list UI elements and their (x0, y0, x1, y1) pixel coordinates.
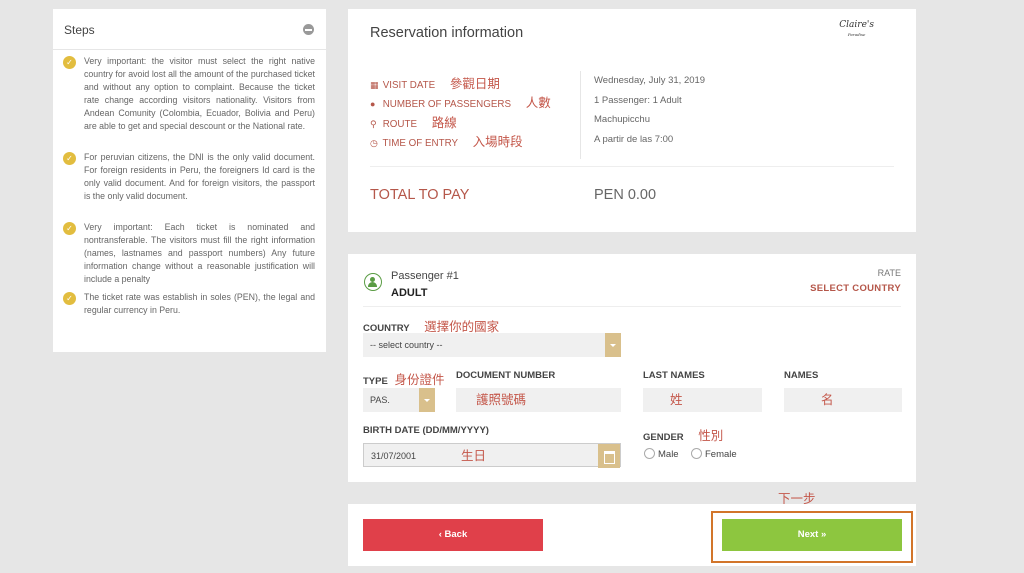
reservation-title: Reservation information (370, 25, 524, 41)
user-icon (364, 273, 382, 291)
passengers-annotation: 人數 (525, 96, 551, 110)
country-select[interactable]: -- select country -- (363, 333, 621, 357)
last-names-annotation: 姓 (670, 393, 683, 407)
visit-date-annotation: 參觀日期 (449, 77, 500, 91)
reservation-panel: Reservation information Claire's Paradis… (348, 9, 916, 232)
next-highlight-box (711, 511, 913, 563)
calendar-icon: ▦ (370, 80, 379, 90)
type-label: TYPE 身份證件 (363, 373, 445, 387)
step-text: For peruvian citizens, the DNI is the on… (84, 152, 315, 202)
back-button[interactable]: ‹ Back (363, 519, 543, 551)
birth-date-input[interactable]: 31/07/2001 生日 (363, 443, 621, 468)
document-number-input[interactable]: 護照號碼 (456, 388, 621, 412)
rate-value: SELECT COUNTRY (810, 283, 901, 294)
gender-male-radio[interactable]: Male (644, 448, 679, 460)
check-icon: ✓ (63, 56, 76, 69)
gender-annotation: 性別 (698, 429, 724, 443)
country-annotation: 選擇你的國家 (424, 320, 500, 334)
check-icon: ✓ (63, 292, 76, 305)
collapse-icon[interactable] (303, 24, 314, 35)
type-annotation: 身份證件 (394, 373, 445, 387)
names-input[interactable]: 名 (784, 388, 902, 412)
visit-date-label: ▦ VISIT DATE 參觀日期 (370, 77, 500, 91)
map-marker-icon: ⚲ (370, 119, 377, 129)
step-text: Very important: the visitor must select … (84, 56, 315, 132)
step-item: ✓ Very important: the visitor must selec… (63, 55, 315, 134)
chevron-down-icon (605, 333, 621, 357)
steps-title: Steps (64, 23, 95, 37)
time-entry-label: ◷ TIME OF ENTRY 入場時段 (370, 135, 523, 149)
divider (363, 306, 901, 307)
last-names-input[interactable]: 姓 (643, 388, 762, 412)
total-value: PEN 0.00 (594, 187, 657, 203)
users-icon: ● (370, 99, 376, 109)
step-text: The ticket rate was establish in soles (… (84, 292, 315, 316)
divider (580, 71, 581, 159)
birth-date-label: BIRTH DATE (DD/MM/YYYY) (363, 425, 489, 436)
step-item: ✓ Very important: Each ticket is nominat… (63, 221, 315, 286)
birth-date-annotation: 生日 (461, 449, 487, 463)
passenger-type: ADULT (391, 287, 428, 299)
total-label: TOTAL TO PAY (370, 187, 470, 203)
step-item: ✓ The ticket rate was establish in soles… (63, 291, 315, 317)
route-label: ⚲ ROUTE 路線 (370, 116, 457, 130)
step-text: Very important: Each ticket is nominated… (84, 222, 315, 285)
document-number-annotation: 護照號碼 (476, 393, 527, 407)
route-annotation: 路線 (431, 116, 457, 130)
document-type-select[interactable]: PAS. (363, 388, 435, 412)
radio-circle-icon (691, 448, 702, 459)
document-number-label: DOCUMENT NUMBER (456, 370, 556, 381)
gender-female-radio[interactable]: Female (691, 448, 737, 460)
passenger-form: Passenger #1 ADULT RATE SELECT COUNTRY C… (348, 254, 916, 482)
rate-label: RATE (877, 268, 901, 278)
calendar-icon[interactable] (598, 444, 620, 468)
check-icon: ✓ (63, 152, 76, 165)
passengers-label: ● NUMBER OF PASSENGERS 人數 (370, 96, 551, 110)
names-annotation: 名 (821, 393, 834, 407)
step-item: ✓ For peruvian citizens, the DNI is the … (63, 151, 315, 203)
check-icon: ✓ (63, 222, 76, 235)
passenger-number: Passenger #1 (391, 270, 459, 282)
names-label: NAMES (784, 370, 819, 381)
visit-date-value: Wednesday, July 31, 2019 (594, 75, 706, 86)
route-value: Machupicchu (594, 114, 650, 125)
radio-circle-icon (644, 448, 655, 459)
passengers-value: 1 Passenger: 1 Adult (594, 95, 682, 106)
time-entry-value: A partir de las 7:00 (594, 134, 674, 145)
chevron-down-icon (419, 388, 435, 412)
gender-label: GENDER 性別 (643, 429, 724, 443)
clock-icon: ◷ (370, 138, 378, 148)
divider (53, 49, 326, 50)
steps-panel: Steps ✓ Very important: the visitor must… (53, 9, 326, 352)
brand-logo: Claire's Paradise (839, 20, 874, 38)
divider (370, 166, 894, 167)
last-names-label: LAST NAMES (643, 370, 705, 381)
time-entry-annotation: 入場時段 (472, 135, 523, 149)
